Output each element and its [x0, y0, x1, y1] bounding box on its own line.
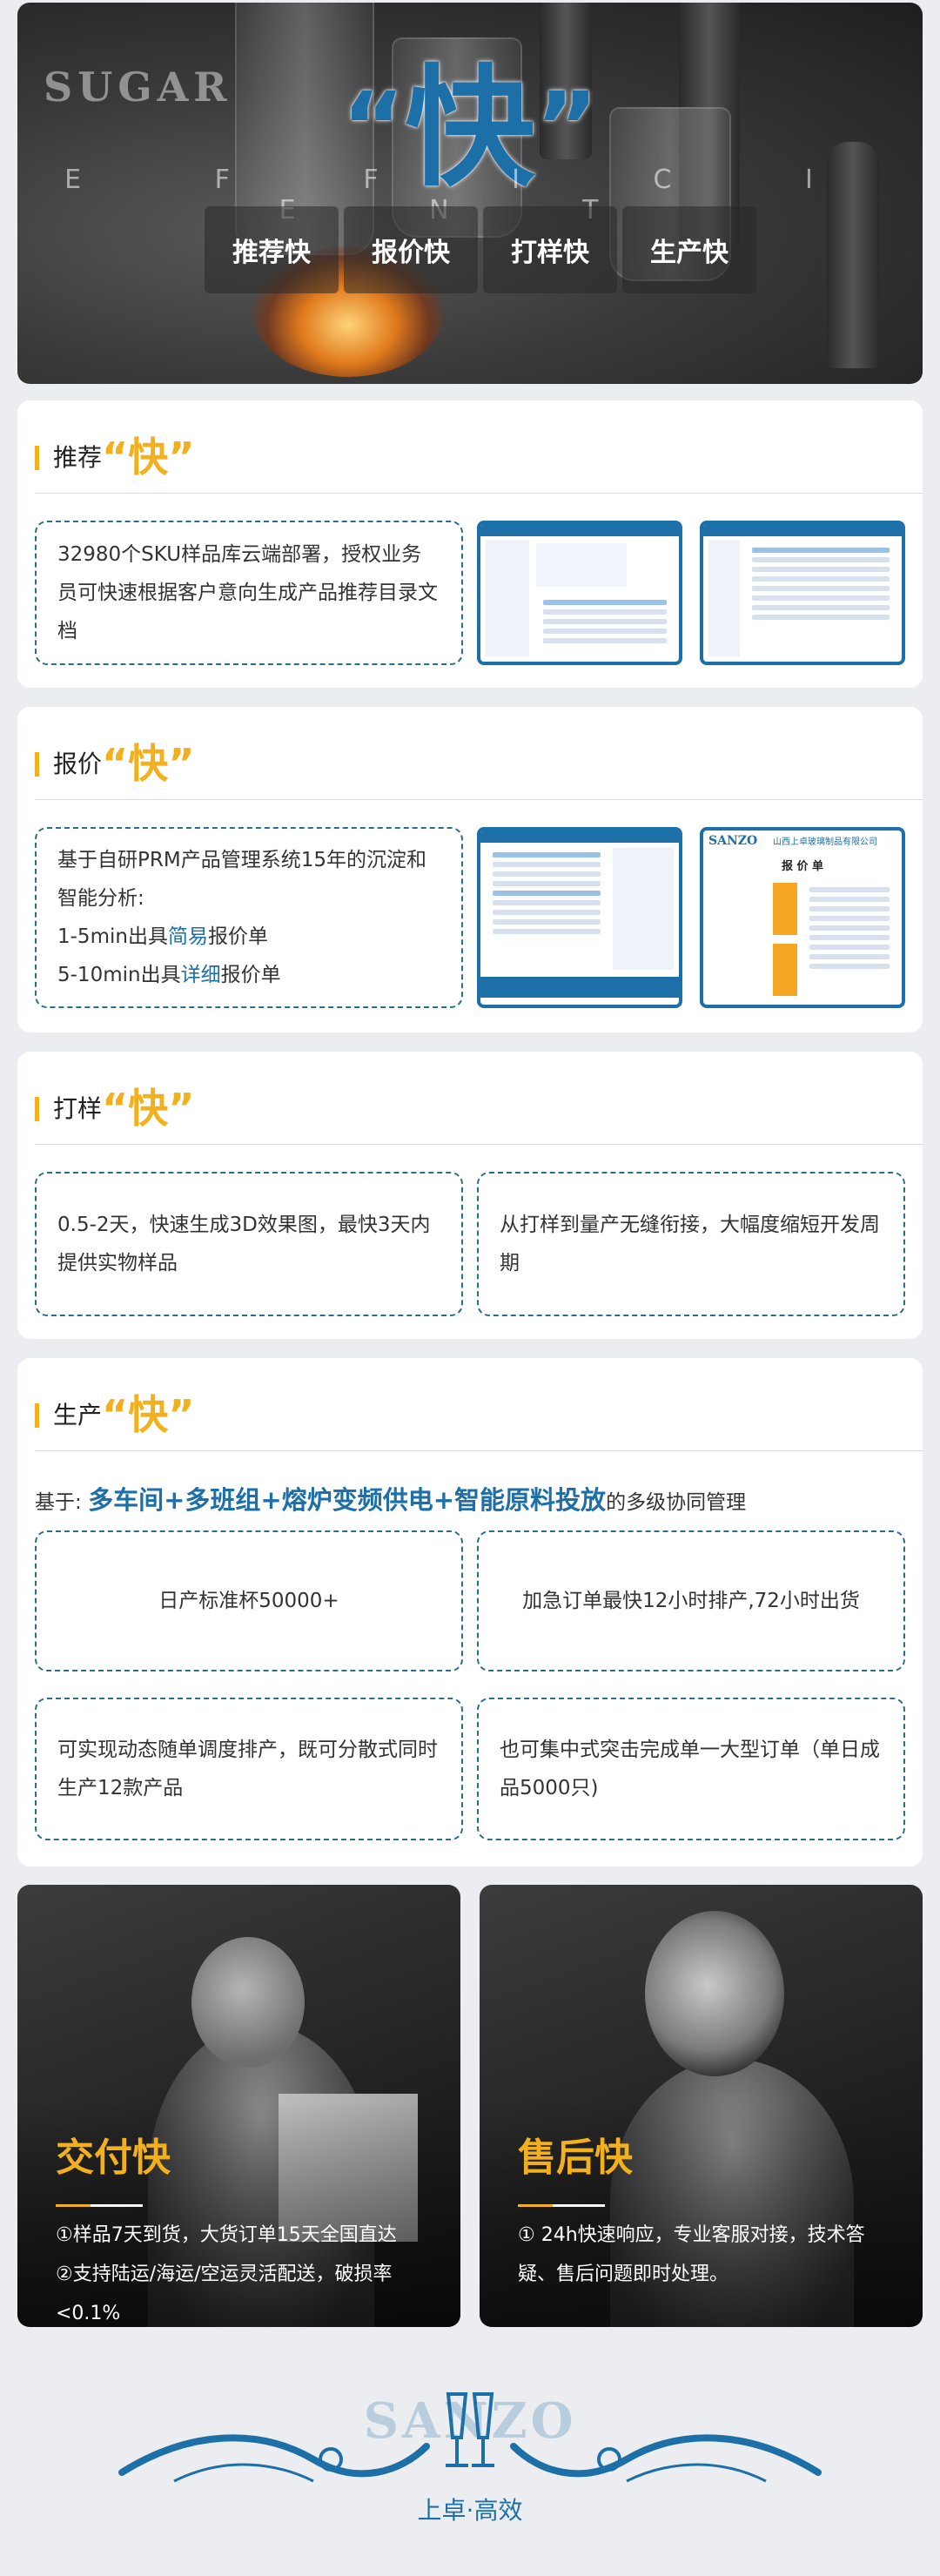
prm-system-screenshot [477, 827, 682, 1008]
delivery-title: 交付快 [56, 2135, 171, 2180]
section-title-text: 报价 [53, 750, 103, 778]
slogan: 上卓·高效 [417, 2496, 523, 2525]
section-title: 打样 “快” [35, 1076, 194, 1128]
title-bar [35, 752, 39, 777]
section-title-key: “快” [102, 740, 195, 787]
title-bar [35, 446, 39, 470]
pill-sample: 打样快 [483, 206, 617, 293]
section-title-text: 打样 [53, 1094, 103, 1123]
production-box-1: 日产标准杯50000+ [35, 1530, 463, 1671]
section-title: 生产 “快” [35, 1382, 194, 1435]
section-title: 报价 “快” [35, 731, 194, 784]
title-underline [56, 2204, 143, 2207]
quote-line-1: 基于自研PRM产品管理系统15年的沉淀和智能分析: [57, 849, 426, 910]
aftersales-text: ① 24h快速响应，专业客服对接，技术答疑、售后问题即时处理。 [518, 2224, 865, 2285]
recommend-text-box: 32980个SKU样品库云端部署，授权业务员可快速根据客户意向生成产品推荐目录文… [35, 521, 463, 665]
quote-line-3: 5-10min出具详细报价单 [57, 964, 281, 986]
quote-sheet-screenshot: SANZO 山西上卓玻璃制品有限公司 报 价 单 [700, 827, 905, 1008]
sample-box-2: 从打样到量产无缝衔接，大幅度缩短开发周期 [477, 1172, 905, 1316]
pill-recommend: 推荐快 [205, 206, 339, 293]
sample-box-1: 0.5-2天，快速生成3D效果图，最快3天内提供实物样品 [35, 1172, 463, 1316]
divider [35, 799, 923, 800]
production-box-3: 可实现动态随单调度排产，既可分散式同时生产12款产品 [35, 1698, 463, 1840]
delivery-text: ①样品7天到货，大货订单15天全国直达 ②支持陆运/海运/空运灵活配送，破损率<… [56, 2224, 397, 2324]
title-bar [35, 1097, 39, 1121]
divider [35, 493, 923, 494]
section-recommend: 推荐 “快” 32980个SKU样品库云端部署，授权业务员可快速根据客户意向生成… [17, 400, 923, 688]
aftersales-card: 售后快 ① 24h快速响应，专业客服对接，技术答疑、售后问题即时处理。 [480, 1885, 923, 2327]
section-title-text: 生产 [53, 1401, 103, 1429]
pill-quote: 报价快 [344, 206, 478, 293]
section-title-key: “快” [102, 1391, 195, 1438]
support-agent-head [645, 1911, 784, 2076]
section-title-key: “快” [102, 434, 195, 481]
section-title-text: 推荐 [53, 443, 103, 472]
divider [35, 1450, 923, 1451]
delivery-card: 交付快 ①样品7天到货，大货订单15天全国直达 ②支持陆运/海运/空运灵活配送，… [17, 1885, 460, 2327]
section-sample: 打样 “快” 0.5-2天，快速生成3D效果图，最快3天内提供实物样品 从打样到… [17, 1052, 923, 1339]
footer-logo: SANZO 上卓·高效 [0, 2368, 940, 2542]
catalog-screenshot-1 [477, 521, 682, 665]
quote-line-2: 1-5min出具简易报价单 [57, 925, 268, 948]
hero-pills: 推荐快 报价快 打样快 生产快 [202, 206, 759, 293]
wave-ornament-icon [118, 2392, 822, 2483]
delivery-person-head [191, 1937, 305, 2068]
catalog-screenshot-2 [700, 521, 905, 665]
hero-banner: SUGAR “快” E F F I C I E N T 推荐快 报价快 打样快 … [17, 3, 923, 384]
title-underline [518, 2204, 605, 2207]
aftersales-title: 售后快 [518, 2135, 633, 2180]
section-production: 生产 “快” 基于: 多车间+多班组+熔炉变频供电+智能原料投放的多级协同管理 … [17, 1358, 923, 1866]
section-title-key: “快” [102, 1085, 195, 1132]
production-basis: 基于: 多车间+多班组+熔炉变频供电+智能原料投放的多级协同管理 [35, 1485, 747, 1515]
section-quote: 报价 “快” 基于自研PRM产品管理系统15年的沉淀和智能分析: 1-5min出… [17, 707, 923, 1032]
divider [35, 1144, 923, 1145]
production-box-2: 加急订单最快12小时排产,72小时出货 [477, 1530, 905, 1671]
recommend-text: 32980个SKU样品库云端部署，授权业务员可快速根据客户意向生成产品推荐目录文… [57, 543, 438, 642]
production-box-4: 也可集中式突击完成单一大型订单（单日成品5000只) [477, 1698, 905, 1840]
title-bar [35, 1403, 39, 1428]
quote-text-box: 基于自研PRM产品管理系统15年的沉淀和智能分析: 1-5min出具简易报价单 … [35, 827, 463, 1008]
section-title: 推荐 “快” [35, 425, 194, 477]
pill-production: 生产快 [622, 206, 756, 293]
champagne-glasses-icon [446, 2392, 494, 2467]
